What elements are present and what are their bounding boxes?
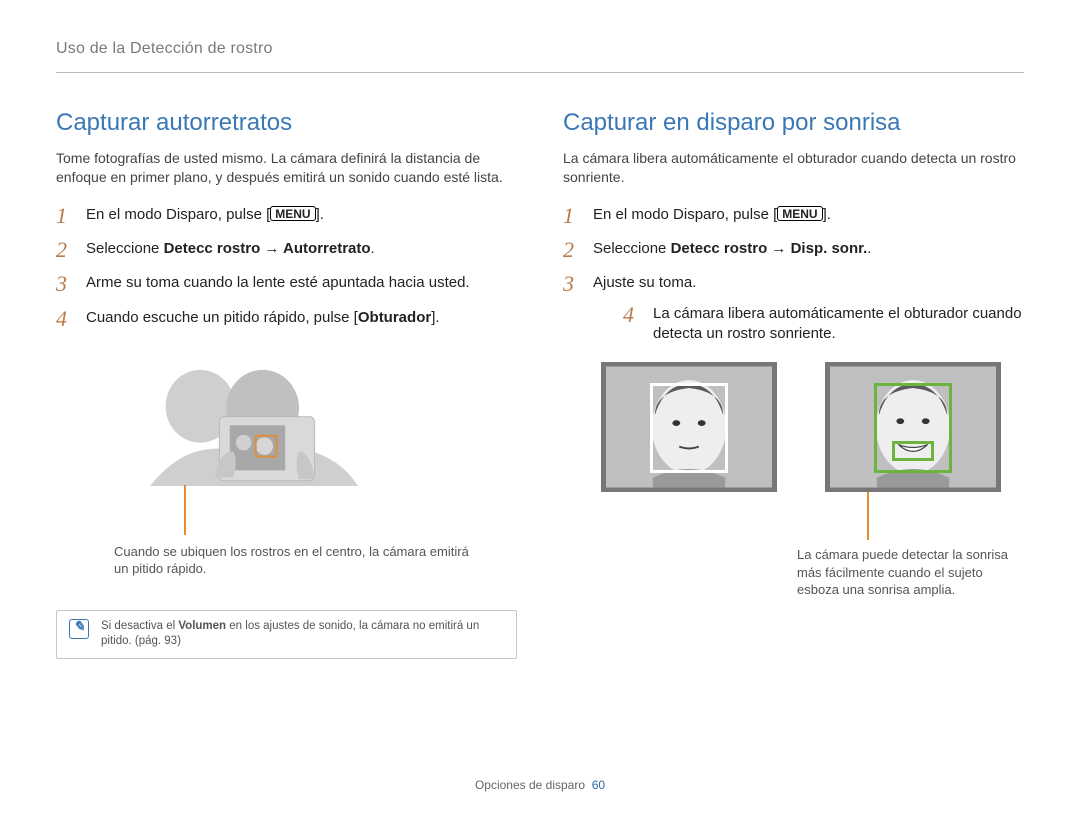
step-4: Cuando escuche un pitido rápido, pulse [… — [56, 308, 517, 328]
callout-text-left: Cuando se ubiquen los rostros en el cent… — [114, 543, 474, 578]
page-footer: Opciones de disparo 60 — [0, 777, 1080, 793]
step-text: ]. — [316, 206, 324, 223]
step-bold: Detecc rostro → Disp. sonr. — [671, 240, 868, 257]
smile-frame-neutral — [601, 362, 777, 492]
breadcrumb: Uso de la Detección de rostro — [56, 38, 1024, 66]
step-text: . — [867, 240, 871, 257]
menu-button-label: MENU — [777, 206, 822, 221]
step-text: En el modo Disparo, pulse [ — [593, 206, 777, 223]
note-bold: Volumen — [178, 620, 226, 632]
steps-left: En el modo Disparo, pulse [MENU]. Selecc… — [56, 205, 517, 328]
menu-button-label: MENU — [270, 206, 315, 221]
heading-autorretratos: Capturar autorretratos — [56, 107, 517, 139]
step-sub-bullet: La cámara libera automáticamente el obtu… — [623, 304, 1024, 345]
callout-connector — [867, 490, 869, 540]
callout-connector — [184, 485, 186, 535]
note-icon: ✎ — [69, 619, 89, 639]
column-left: Capturar autorretratos Tome fotografías … — [56, 107, 517, 659]
step-bold: Detecc rostro → Autorretrato — [164, 240, 371, 257]
step-1: En el modo Disparo, pulse [MENU]. — [563, 205, 1024, 225]
intro-right: La cámara libera automáticamente el obtu… — [563, 149, 1024, 187]
intro-left: Tome fotografías de usted mismo. La cáma… — [56, 149, 517, 187]
footer-label: Opciones de disparo — [475, 778, 585, 792]
step-bold: Obturador — [358, 309, 431, 326]
note-part: Si desactiva el — [101, 620, 178, 632]
face-detect-box — [650, 383, 728, 473]
step-3: Ajuste su toma. La cámara libera automát… — [563, 273, 1024, 344]
column-right: Capturar en disparo por sonrisa La cámar… — [563, 107, 1024, 659]
page-number: 60 — [592, 778, 605, 792]
smile-mouth-box — [892, 441, 934, 461]
step-text: En el modo Disparo, pulse [ — [86, 206, 270, 223]
step-2: Seleccione Detecc rostro → Autorretrato. — [56, 239, 517, 259]
step-text: Ajuste su toma. — [593, 274, 696, 291]
step-text: . — [371, 240, 375, 257]
step-text: ]. — [431, 309, 439, 326]
step-text: Seleccione — [593, 240, 671, 257]
smile-frame-smiling — [825, 362, 1001, 492]
illustration-smile-row — [601, 362, 1024, 492]
step-text: ]. — [823, 206, 831, 223]
step-3: Arme su toma cuando la lente esté apunta… — [56, 273, 517, 293]
step-2: Seleccione Detecc rostro → Disp. sonr.. — [563, 239, 1024, 259]
sub-bullet-item: La cámara libera automáticamente el obtu… — [623, 304, 1024, 345]
note-text: Si desactiva el Volumen en los ajustes d… — [101, 619, 504, 650]
steps-right: En el modo Disparo, pulse [MENU]. Selecc… — [563, 205, 1024, 344]
step-1: En el modo Disparo, pulse [MENU]. — [56, 205, 517, 225]
callout-text-right: La cámara puede detectar la sonrisa más … — [797, 546, 1024, 599]
illustration-selfie — [114, 356, 394, 491]
step-text: Seleccione — [86, 240, 164, 257]
heading-sonrisa: Capturar en disparo por sonrisa — [563, 107, 1024, 139]
divider — [56, 72, 1024, 73]
step-text: Cuando escuche un pitido rápido, pulse [ — [86, 309, 358, 326]
note-box: ✎ Si desactiva el Volumen en los ajustes… — [56, 610, 517, 659]
